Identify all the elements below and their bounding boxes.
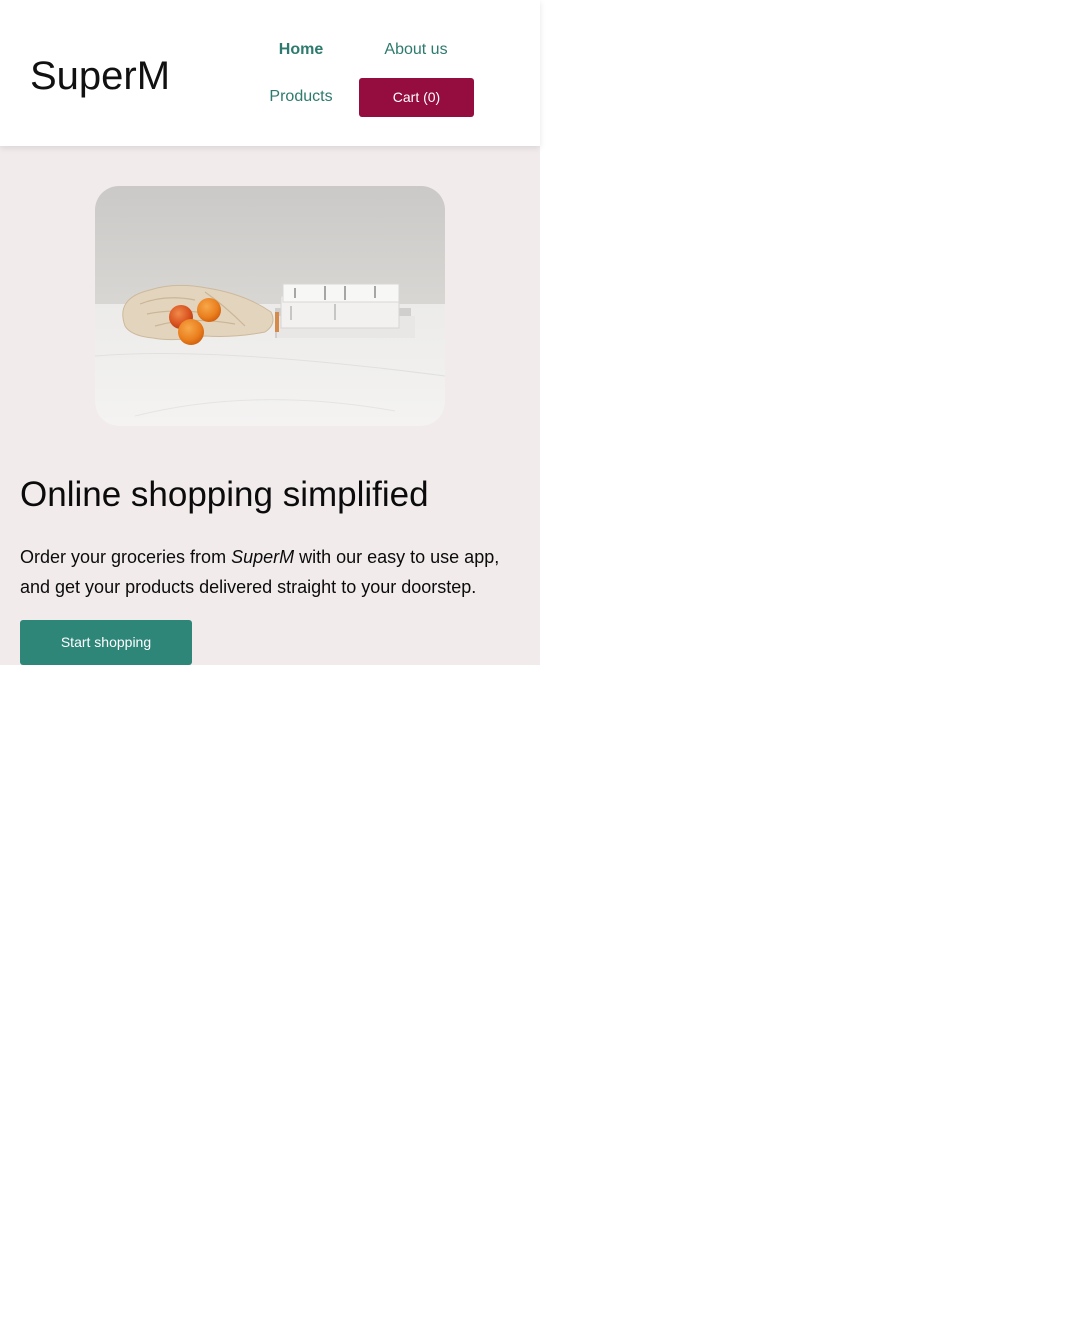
cart-button[interactable]: Cart (0): [359, 78, 474, 117]
app: SuperM Home About us Products Cart (0) O…: [0, 0, 540, 665]
hero-photo-illustration: [95, 186, 445, 426]
brand-logo[interactable]: SuperM: [30, 52, 170, 100]
nav-link-products[interactable]: Products: [246, 87, 356, 107]
hero-description-brand: SuperM: [231, 547, 295, 567]
hero-title: Online shopping simplified: [20, 475, 429, 514]
start-shopping-button[interactable]: Start shopping: [20, 620, 192, 665]
hero-description: Order your groceries from SuperM with ou…: [20, 542, 520, 602]
hero-section: Online shopping simplified Order your gr…: [0, 146, 540, 665]
navbar: SuperM Home About us Products Cart (0): [0, 0, 540, 146]
nav-link-home[interactable]: Home: [246, 40, 356, 60]
hero-description-start: Order your groceries from: [20, 547, 232, 567]
nav-link-about[interactable]: About us: [361, 40, 471, 60]
hero-image: [95, 186, 445, 426]
